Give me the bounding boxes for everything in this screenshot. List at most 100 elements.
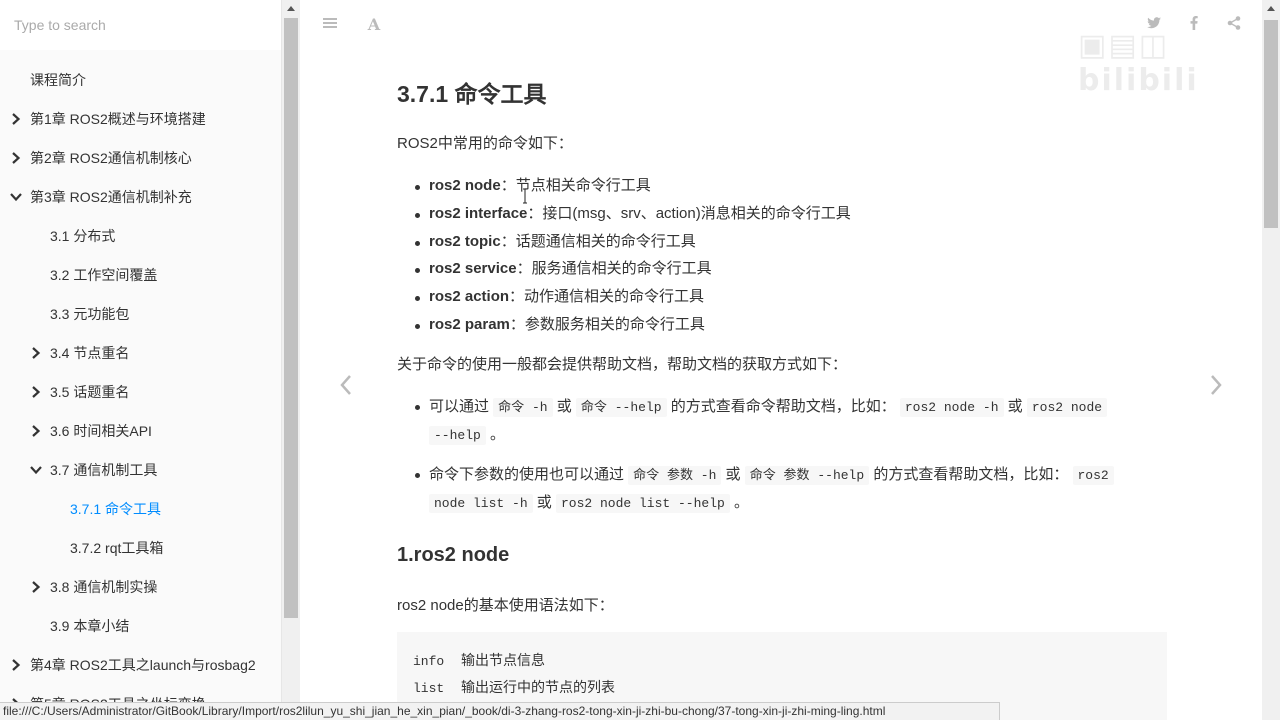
sidebar-item[interactable]: 课程简介 xyxy=(0,61,281,100)
sidebar-item[interactable]: 3.4 节点重名 xyxy=(0,334,281,373)
hamburger-icon[interactable] xyxy=(321,16,339,34)
command-list-item: ros2 service：服务通信相关的命令行工具 xyxy=(397,257,851,285)
sidebar-item[interactable]: 3.3 元功能包 xyxy=(0,295,281,334)
sidebar-item[interactable]: 3.7.1 命令工具 xyxy=(0,490,281,529)
intro-text: ROS2中常用的命令如下： xyxy=(397,135,573,152)
search-input[interactable] xyxy=(0,0,281,50)
next-page-chevron-icon[interactable] xyxy=(1204,370,1228,400)
section-heading-ros2-node: 1.ros2 node xyxy=(397,544,510,566)
help2-text-3: 的方式查看帮助文档，比如： xyxy=(869,466,1073,483)
sidebar-item-label: 第1章 ROS2概述与环境搭建 xyxy=(30,111,206,127)
sidebar-item[interactable]: 3.1 分布式 xyxy=(0,217,281,256)
sidebar-item-label: 3.7.1 命令工具 xyxy=(70,501,162,517)
help-bullet-1: 可以通过 命令 -h 或 命令 --help 的方式查看命令帮助文档，比如： r… xyxy=(397,393,1167,449)
command-name: ros2 topic xyxy=(429,232,501,250)
main-content: A ▣▤◫ bilibili 3.7.1 命令工具 ROS2中常用的命令如下： … xyxy=(300,0,1262,720)
sidebar-item[interactable]: 3.2 工作空间覆盖 xyxy=(0,256,281,295)
main-scrollbar-thumb[interactable] xyxy=(1264,20,1278,228)
command-list: ros2 node：节点相关命令行工具 ros2 interface：接口(msg… xyxy=(397,174,851,341)
help2-code-3a: ros2 xyxy=(1072,466,1114,485)
font-settings-icon[interactable]: A xyxy=(365,16,383,34)
command-desc: ：话题通信相关的命令行工具 xyxy=(500,232,696,250)
sidebar-scrollbar[interactable] xyxy=(282,0,300,720)
sidebar-item[interactable]: 第2章 ROS2通信机制核心 xyxy=(0,139,281,178)
chevron-down-icon[interactable] xyxy=(10,190,22,204)
sidebar-item[interactable]: 第1章 ROS2概述与环境搭建 xyxy=(0,100,281,139)
help-intro-text: 关于命令的使用一般都会提供帮助文档，帮助文档的获取方式如下： xyxy=(397,356,848,373)
command-desc: ：接口(msg、srv、action)消息相关的命令行工具 xyxy=(527,204,851,222)
sidebar-item[interactable]: 3.8 通信机制实操 xyxy=(0,568,281,607)
sidebar-item-label: 3.7 通信机制工具 xyxy=(50,462,158,478)
command-list-item: ros2 param：参数服务相关的命令行工具 xyxy=(397,313,851,341)
scroll-up-arrow-icon[interactable] xyxy=(286,4,296,12)
scroll-up-arrow-icon[interactable] xyxy=(1266,4,1276,12)
command-name: ros2 service xyxy=(429,260,517,278)
chevron-right-icon[interactable] xyxy=(10,112,22,126)
sidebar-item-label: 3.1 分布式 xyxy=(50,228,116,244)
page-title: 3.7.1 命令工具 xyxy=(397,81,547,107)
status-bar-url: file:///C:/Users/Administrator/GitBook/L… xyxy=(0,702,1000,720)
chevron-right-icon[interactable] xyxy=(10,151,22,165)
help1-code-4b: --help xyxy=(429,426,486,445)
chevron-right-icon[interactable] xyxy=(30,424,42,438)
sidebar-item-label: 3.4 节点重名 xyxy=(50,345,130,361)
command-list-item: ros2 topic：话题通信相关的命令行工具 xyxy=(397,230,851,258)
bilibili-watermark-logo: ▣▤◫ bilibili xyxy=(1078,28,1199,98)
command-list-item: ros2 action：动作通信相关的命令行工具 xyxy=(397,285,851,313)
chevron-right-icon[interactable] xyxy=(10,658,22,672)
help2-text-2: 或 xyxy=(721,466,745,483)
command-list-item: ros2 node：节点相关命令行工具 xyxy=(397,174,851,202)
search-box xyxy=(0,0,281,50)
sidebar-item-label: 3.5 话题重名 xyxy=(50,384,130,400)
sidebar-item[interactable]: 3.5 话题重名 xyxy=(0,373,281,412)
help1-code-2: 命令 --help xyxy=(575,398,667,417)
code-description: 输出运行中的节点的列表 xyxy=(461,679,615,695)
sidebar-item-label: 第4章 ROS2工具之launch与rosbag2 xyxy=(30,657,256,673)
prev-page-chevron-icon[interactable] xyxy=(334,370,358,400)
sidebar-item-label: 3.7.2 rqt工具箱 xyxy=(70,540,164,556)
command-name: ros2 action xyxy=(429,288,510,306)
help1-text-1: 可以通过 xyxy=(429,398,494,415)
chevron-right-icon[interactable] xyxy=(30,346,42,360)
sidebar-item[interactable]: 3.6 时间相关API xyxy=(0,412,281,451)
code-command: list xyxy=(413,681,445,696)
help2-text-4: 或 xyxy=(532,494,556,511)
sidebar-item[interactable]: 第4章 ROS2工具之launch与rosbag2 xyxy=(0,646,281,685)
command-desc: ：动作通信相关的命令行工具 xyxy=(509,288,705,306)
sidebar-item-label: 第2章 ROS2通信机制核心 xyxy=(30,150,192,166)
sidebar: 课程简介第1章 ROS2概述与环境搭建第2章 ROS2通信机制核心第3章 ROS… xyxy=(0,0,282,720)
chevron-right-icon[interactable] xyxy=(30,580,42,594)
command-name: ros2 node xyxy=(429,177,501,194)
chevron-down-icon[interactable] xyxy=(30,463,42,477)
help1-code-3: ros2 node -h xyxy=(899,398,1004,417)
command-list-item: ros2 interface：接口(msg、srv、action)消息相关的命令… xyxy=(397,202,851,230)
code-row: list 输出运行中的节点的列表 xyxy=(413,677,1151,704)
help1-code-1: 命令 -h xyxy=(493,398,553,417)
sidebar-item-label: 3.3 元功能包 xyxy=(50,306,130,322)
sidebar-scrollbar-thumb[interactable] xyxy=(284,18,298,618)
sidebar-item[interactable]: 3.7 通信机制工具 xyxy=(0,451,281,490)
section-intro-text: ros2 node的基本使用语法如下： xyxy=(397,597,614,614)
help1-text-2: 或 xyxy=(552,398,576,415)
sidebar-item-label: 第3章 ROS2通信机制补充 xyxy=(30,189,192,205)
help2-code-1: 命令 参数 -h xyxy=(628,466,722,485)
chevron-right-icon[interactable] xyxy=(30,385,42,399)
text-cursor-icon xyxy=(523,188,527,204)
sidebar-item[interactable]: 3.7.2 rqt工具箱 xyxy=(0,529,281,568)
help2-code-2: 命令 参数 --help xyxy=(744,466,870,485)
command-name: ros2 param xyxy=(429,315,510,333)
help1-text-3: 的方式查看命令帮助文档，比如： xyxy=(666,398,900,415)
help2-text-5: 。 xyxy=(729,494,749,511)
main-scrollbar[interactable] xyxy=(1262,0,1280,720)
command-desc: ：参数服务相关的命令行工具 xyxy=(509,315,705,333)
command-name: ros2 interface xyxy=(429,204,528,222)
code-row: info 输出节点信息 xyxy=(413,650,1151,677)
sidebar-item[interactable]: 第3章 ROS2通信机制补充 xyxy=(0,178,281,217)
sidebar-item[interactable]: 3.9 本章小结 xyxy=(0,607,281,646)
help1-code-4a: ros2 node xyxy=(1026,398,1108,417)
help-bullet-2: 命令下参数的使用也可以通过 命令 参数 -h 或 命令 参数 --help 的方… xyxy=(397,461,1167,517)
sidebar-item-label: 3.8 通信机制实操 xyxy=(50,579,158,595)
help1-text-4: 或 xyxy=(1003,398,1027,415)
command-desc: ：服务通信相关的命令行工具 xyxy=(516,260,712,278)
sidebar-item-label: 3.2 工作空间覆盖 xyxy=(50,267,158,283)
